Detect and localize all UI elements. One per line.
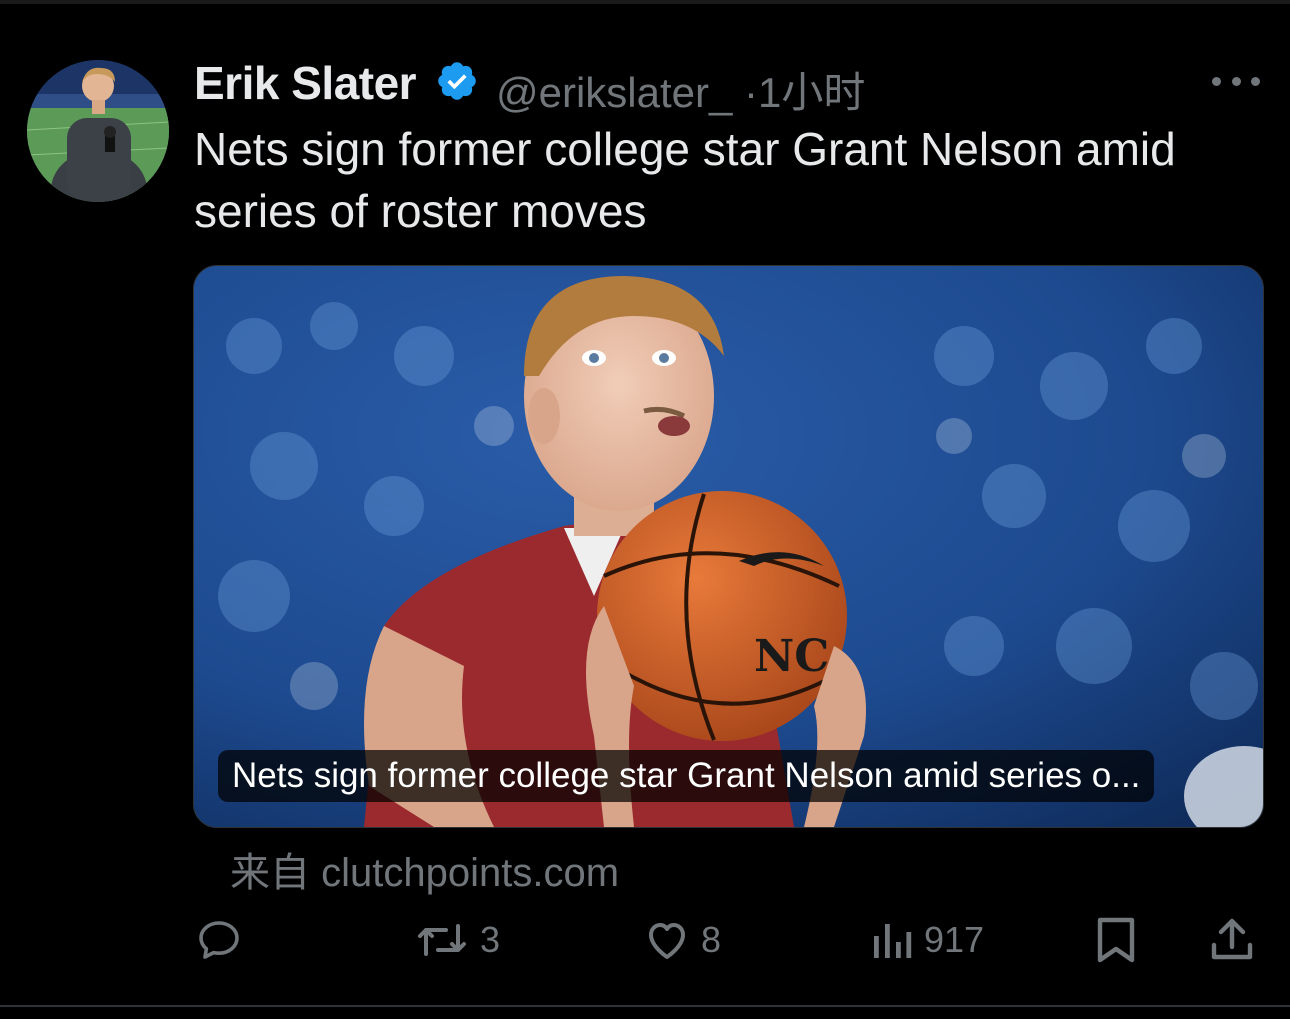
bottom-divider xyxy=(0,1005,1290,1007)
views-bar-icon xyxy=(874,924,912,958)
svg-text:NC: NC xyxy=(754,631,829,682)
handle-and-time[interactable]: @erikslater_ ·1小时 xyxy=(496,59,865,120)
verified-badge-icon xyxy=(438,62,476,100)
card-title: Nets sign former college star Grant Nels… xyxy=(218,750,1155,802)
like-count: 8 xyxy=(701,919,722,960)
avatar[interactable] xyxy=(27,60,169,202)
reply-bubble-icon xyxy=(199,921,239,959)
bookmark-button[interactable] xyxy=(1094,915,1138,965)
views-count: 917 xyxy=(924,919,985,960)
author-handle[interactable]: @erikslater_ xyxy=(496,69,732,116)
retweet-button[interactable]: 3 xyxy=(414,915,500,965)
tweet-text: Nets sign former college star Grant Nels… xyxy=(194,123,1176,237)
share-button[interactable] xyxy=(1208,915,1256,965)
more-horizontal-icon[interactable] xyxy=(1212,66,1260,96)
heart-icon xyxy=(649,923,685,959)
bookmark-icon xyxy=(1097,917,1135,963)
tweet[interactable]: Erik Slater @erikslater_ ·1小时 Nets sign … xyxy=(0,0,1290,1019)
separator-dot: · xyxy=(744,69,759,116)
author-name[interactable]: Erik Slater xyxy=(194,56,417,110)
timestamp[interactable]: 1小时 xyxy=(758,69,865,116)
like-button[interactable]: 8 xyxy=(643,915,721,965)
retweet-count: 3 xyxy=(480,919,501,960)
card-source[interactable]: 来自 clutchpoints.com xyxy=(230,840,619,898)
reply-button[interactable] xyxy=(195,915,253,965)
card-image: NC xyxy=(194,266,1263,827)
views-button[interactable]: 917 xyxy=(870,915,984,965)
share-icon xyxy=(1211,918,1253,960)
retweet-icon xyxy=(418,924,466,956)
link-card[interactable]: NC Nets sign former college star Grant N… xyxy=(193,265,1264,828)
